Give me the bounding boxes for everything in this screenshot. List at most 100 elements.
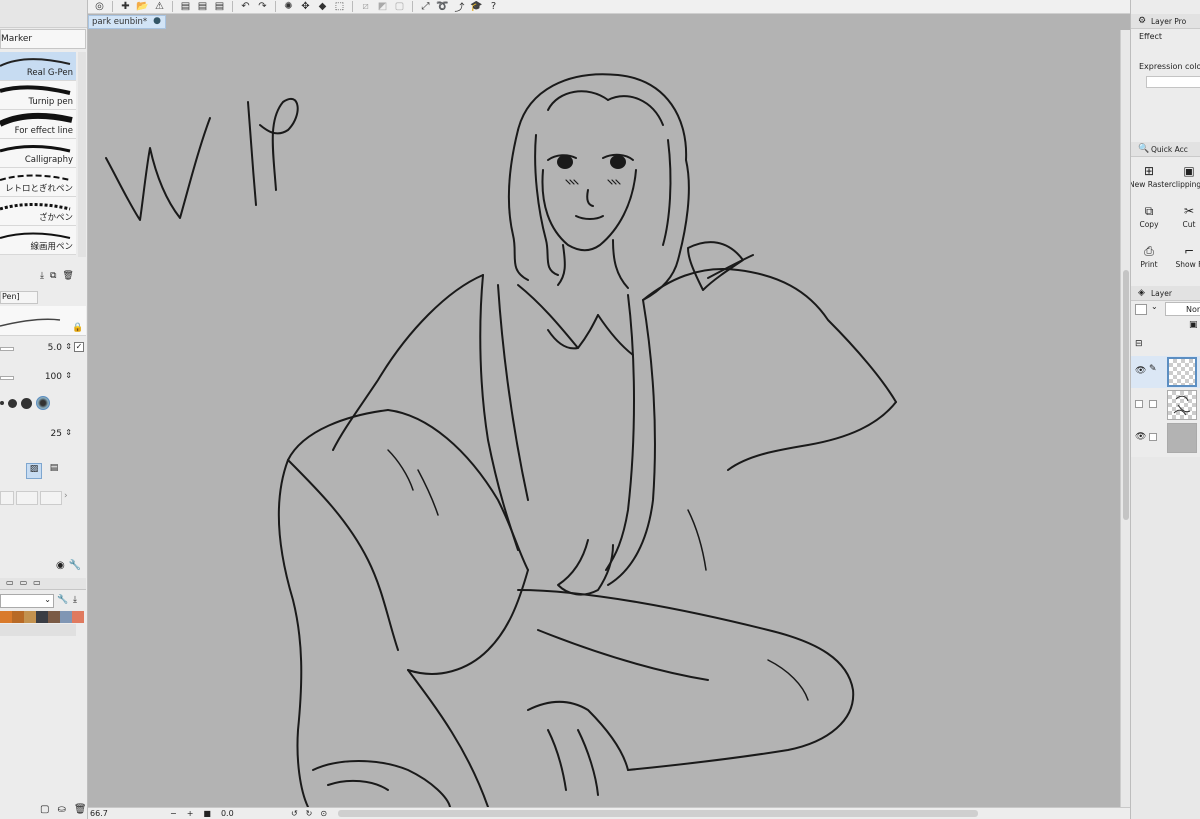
tip-dot-icon[interactable] <box>21 397 32 409</box>
quick-item-print[interactable]: ⎙ Print <box>1131 244 1169 269</box>
layer-mask-icon[interactable]: ⊟ <box>1135 339 1143 349</box>
eye-icon[interactable]: 👁 <box>1135 366 1146 376</box>
tab-history[interactable]: ▭ <box>33 578 41 589</box>
color-swatch-2[interactable] <box>24 611 36 623</box>
color-swatch-4[interactable] <box>48 611 60 623</box>
rotation-value[interactable]: 0.0 <box>221 809 241 818</box>
stabilization-row[interactable]: 25 ⇕ <box>0 424 86 446</box>
color-set-select[interactable]: ⌄ <box>0 594 54 608</box>
duplicate-icon[interactable]: ⧉ <box>50 271 56 281</box>
anti-alias-on-icon[interactable]: ▨ <box>26 463 42 479</box>
lock-checkbox[interactable] <box>1149 433 1157 441</box>
fill-icon[interactable]: ◆ <box>315 0 330 13</box>
lock-icon[interactable]: ▣ <box>1189 320 1198 330</box>
deselect-icon[interactable]: ▢ <box>392 0 407 13</box>
loading-icon[interactable]: ✺ <box>281 0 296 13</box>
warning-icon[interactable]: ⚠ <box>152 0 167 13</box>
brush-item-0[interactable]: Real G-Pen <box>0 52 76 81</box>
layer-panel-header[interactable]: ◈ Layer <box>1131 286 1200 301</box>
layer-color-box[interactable] <box>1135 304 1147 315</box>
help-icon[interactable]: ? <box>486 0 501 13</box>
chevron-down-icon[interactable]: ⌄ <box>1151 302 1158 311</box>
color-swatch-0[interactable] <box>0 611 12 623</box>
brush-group-header[interactable]: Marker <box>0 29 86 49</box>
lock-checkbox[interactable] <box>1149 400 1157 408</box>
brush-list-scrollbar[interactable] <box>78 52 86 257</box>
anti-alias-off-icon[interactable]: ▤ <box>46 463 62 479</box>
preset-button[interactable] <box>0 491 14 505</box>
spinner-icon[interactable]: ⇕ <box>65 342 72 351</box>
layer-row-lineart[interactable] <box>1131 389 1200 421</box>
fill-selection-icon[interactable]: ◩ <box>375 0 390 13</box>
tool-property-tab[interactable]: Pen] <box>0 291 38 304</box>
blend-mode-select[interactable]: Non <box>1165 302 1200 316</box>
preset-button[interactable] <box>16 491 38 505</box>
clear-icon[interactable]: ⧄ <box>358 0 373 13</box>
drawing-canvas[interactable] <box>88 30 1120 807</box>
export-jpg-icon[interactable]: ▤ <box>178 0 193 13</box>
canvas-vertical-scrollbar[interactable] <box>1120 30 1130 807</box>
undo-icon[interactable]: ↶ <box>238 0 253 13</box>
bucket-icon[interactable]: ⛀ <box>57 804 65 815</box>
brush-item-2[interactable]: For effect line <box>0 110 76 139</box>
transform-icon[interactable]: ✥ <box>298 0 313 13</box>
rotate-left-icon[interactable]: ↺ <box>291 809 298 818</box>
quick-item-new-raster[interactable]: ⊞ New Raster <box>1131 164 1172 189</box>
curve-icon[interactable]: ⤴ <box>452 0 467 14</box>
canvas-horizontal-scrollbar[interactable] <box>338 810 978 817</box>
redo-icon[interactable]: ↷ <box>255 0 270 13</box>
visibility-checkbox[interactable] <box>1135 400 1143 408</box>
tip-dot-icon[interactable] <box>8 398 17 408</box>
brush-item-1[interactable]: Turnip pen <box>0 81 76 110</box>
brush-size-row[interactable]: 5.0 ⇕ ✓ <box>0 338 86 360</box>
wrench-icon[interactable]: 🔧 <box>57 595 68 605</box>
eye-icon[interactable]: 👁 <box>1135 432 1146 442</box>
brush-size-slider[interactable] <box>0 347 14 351</box>
crop-icon[interactable]: ⬚ <box>332 0 347 13</box>
color-swatch-6[interactable] <box>72 611 84 623</box>
color-swatch-3[interactable] <box>36 611 48 623</box>
quick-access-header[interactable]: 🔍 Quick Acc <box>1131 142 1200 157</box>
settings-icon[interactable]: ◉ <box>56 560 65 571</box>
scroll-thumb[interactable] <box>1123 270 1129 520</box>
layer-row-sketch[interactable]: 👁 ✎ <box>1131 356 1200 388</box>
brush-item-4[interactable]: レトロとぎれペン <box>0 168 76 197</box>
download-icon[interactable]: ⤓ <box>40 271 44 281</box>
new-icon[interactable]: ✚ <box>118 0 133 13</box>
opacity-slider[interactable] <box>0 376 14 380</box>
vector-pen-icon[interactable]: ⤢ <box>418 0 433 13</box>
expression-color-field[interactable] <box>1146 76 1200 88</box>
color-swatch-1[interactable] <box>12 611 24 623</box>
graduate-icon[interactable]: 🎓 <box>469 0 484 13</box>
quick-item-clipping[interactable]: ▣ clipping f <box>1169 164 1200 189</box>
zoom-value[interactable]: 66.7 <box>88 809 110 818</box>
reset-rotation-icon[interactable]: ⊙ <box>320 809 327 818</box>
brush-tip-selector[interactable] <box>0 396 50 410</box>
lasso-icon[interactable]: ➰ <box>435 0 450 13</box>
quick-item-show-frame[interactable]: ⌐ Show F <box>1169 244 1200 269</box>
preset-button[interactable] <box>40 491 62 505</box>
wrench-icon[interactable]: 🔧 <box>69 560 81 571</box>
brush-item-5[interactable]: ざかペン <box>0 197 76 226</box>
layer-row-paper[interactable]: 👁 <box>1131 422 1200 454</box>
trash-icon[interactable]: 🗑 <box>62 271 73 281</box>
rotate-right-icon[interactable]: ↻ <box>306 809 313 818</box>
app-icon[interactable]: ◎ <box>92 0 107 13</box>
spinner-icon[interactable]: ⇕ <box>65 428 72 437</box>
tab-intermediate[interactable]: ▭ <box>20 578 28 589</box>
document-tab[interactable]: park eunbin* ● <box>88 15 166 29</box>
tab-color-set[interactable]: ▭ <box>6 578 14 589</box>
fit-icon[interactable]: ■ <box>203 809 211 818</box>
open-icon[interactable]: 📂 <box>135 0 150 13</box>
zoom-in-icon[interactable]: + <box>187 809 194 818</box>
export-png-icon[interactable]: ▤ <box>195 0 210 13</box>
pressure-toggle-icon[interactable]: ✓ <box>74 342 84 352</box>
color-swatch-5[interactable] <box>60 611 72 623</box>
brush-item-3[interactable]: Calligraphy <box>0 139 76 168</box>
tip-dot-icon[interactable] <box>36 396 50 410</box>
export-psd-icon[interactable]: ▤ <box>212 0 227 13</box>
download-icon[interactable]: ⤓ <box>73 595 77 605</box>
quick-item-cut[interactable]: ✂ Cut <box>1169 204 1200 229</box>
chevron-right-icon[interactable]: › <box>64 491 68 505</box>
brush-item-6[interactable]: 線画用ペン <box>0 226 76 255</box>
